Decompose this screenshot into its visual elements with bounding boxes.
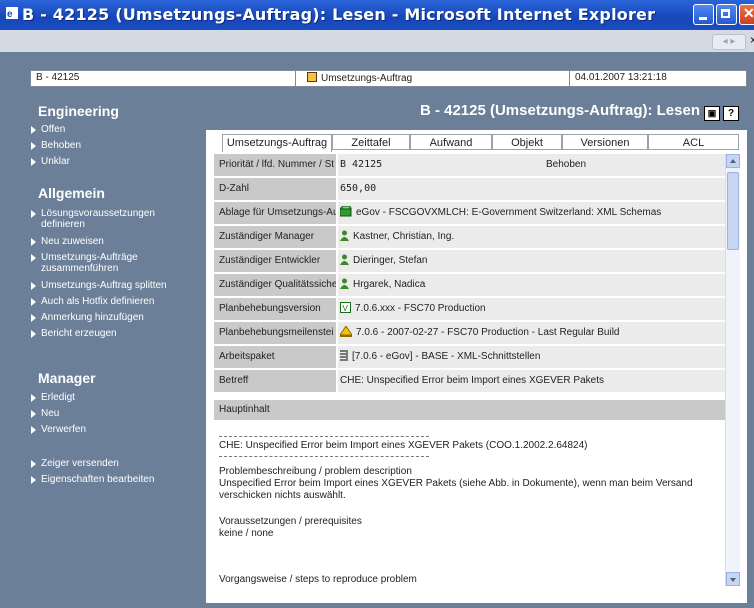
field-value: 650,00 [338,178,725,200]
window-titlebar: e B - 42125 (Umsetzungs-Auftrag): Lesen … [0,0,754,30]
milestone-icon [340,326,352,337]
tab-acl[interactable]: ACL [648,134,739,150]
user-icon [340,254,349,265]
sidebar-heading-allgemein: Allgemein [38,185,105,201]
field-value: 7.0.6 - 2007-02-27 - FSC70 Production - … [338,322,725,344]
svg-text:e: e [7,9,13,20]
infobar-id: B - 42125 [36,72,80,83]
sidebar-item-splitten[interactable]: Umsetzungs-Auftrag splitten [31,280,167,291]
main-panel: Umsetzungs-Auftrag Zeittafel Aufwand Obj… [206,130,747,603]
tab-aufwand[interactable]: Aufwand [410,134,492,150]
field-value: CHE: Unspecified Error beim Import eines… [338,370,725,392]
close-tab-icon[interactable]: × [750,33,754,47]
tab-umsetzungs-auftrag[interactable]: Umsetzungs-Auftrag [222,134,332,152]
hauptinhalt-content[interactable]: CHE: Unspecified Error beim Import eines… [214,426,725,586]
sidebar-item-hotfix[interactable]: Auch als Hotfix definieren [31,296,154,307]
content-line: Vorgangsweise / steps to reproduce probl… [219,574,417,585]
field-value: V 7.0.6.xxx - FSC70 Production [338,298,725,320]
field-row: Priorität / lfd. Nummer / St B 42125 Beho… [214,154,725,176]
sidebar-item-zusammenfuehren[interactable]: Umsetzungs-Aufträge zusammenführen [31,252,161,274]
sidebar-item-neu-zuweisen[interactable]: Neu zuweisen [31,236,104,247]
page-content: B - 42125 Umsetzungs-Auftrag 04.01.2007 … [0,52,754,608]
field-value: Dieringer, Stefan [338,250,725,272]
user-icon [340,278,349,289]
object-infobar: B - 42125 Umsetzungs-Auftrag 04.01.2007 … [30,70,747,87]
version-icon: V [340,302,351,313]
help-icon[interactable]: ? [723,106,739,121]
svg-text:V: V [343,304,349,313]
infobar-type: Umsetzungs-Auftrag [307,72,412,84]
ie-icon: e [6,7,18,20]
sidebar-item-unklar[interactable]: Unklar [31,156,70,167]
sidebar-item-behoben[interactable]: Behoben [31,140,81,151]
sidebar-item-erledigt[interactable]: Erledigt [31,392,75,403]
field-row: Zuständiger Manager Kastner, Christian, … [214,226,725,248]
tab-versionen[interactable]: Versionen [562,134,648,150]
content-line: Unspecified Error beim Import eines XGEV… [219,478,693,489]
field-label: Zuständiger Qualitätssiche [214,274,336,296]
field-row: Zuständiger Qualitätssiche Hrgarek, Nadi… [214,274,725,296]
sidebar-item-neu[interactable]: Neu [31,408,59,419]
maximize-button[interactable] [716,4,737,25]
field-row: Arbeitspaket [7.0.6 - eGov] - BASE - XML… [214,346,725,368]
back-forward-buttons[interactable]: ◂ ▸ [712,34,746,50]
page-title: B - 42125 (Umsetzungs-Auftrag): Lesen ▣? [420,102,739,121]
sidebar-item-verwerfen[interactable]: Verwerfen [31,424,86,435]
field-row: D-Zahl 650,00 [214,178,725,200]
minimize-button[interactable] [693,4,714,25]
field-row: Planbehebungsversion V 7.0.6.xxx - FSC70 … [214,298,725,320]
content-line: Voraussetzungen / prerequisites [219,516,362,527]
tab-bar: Umsetzungs-Auftrag Zeittafel Aufwand Obj… [214,134,739,152]
field-label: Planbehebungsversion [214,298,336,320]
content-line: Problembeschreibung / problem descriptio… [219,466,412,477]
sidebar-heading-engineering: Engineering [38,103,119,119]
content-line: keine / none [219,528,274,539]
field-value: B 42125 Behoben [338,154,725,176]
field-label: Betreff [214,370,336,392]
infobar-datetime: 04.01.2007 13:21:18 [575,72,667,83]
field-value: Hrgarek, Nadica [338,274,725,296]
field-value: Kastner, Christian, Ing. [338,226,725,248]
field-row: Ablage für Umsetzungs-Au eGov - FSCGOVXM… [214,202,725,224]
scroll-up-button[interactable] [726,154,740,168]
folder-icon [340,206,352,217]
close-button[interactable] [739,4,754,25]
field-value: [7.0.6 - eGov] - BASE - XML-Schnittstell… [338,346,725,368]
field-label: Priorität / lfd. Nummer / St [214,154,336,176]
field-label: Planbehebungsmeilenstei [214,322,336,344]
field-label: Ablage für Umsetzungs-Au [214,202,336,224]
field-label: Zuständiger Manager [214,226,336,248]
window-title: B - 42125 (Umsetzungs-Auftrag): Lesen - … [22,5,656,24]
sidebar-item-anmerkung[interactable]: Anmerkung hinzufügen [31,312,144,323]
field-label: Zuständiger Entwickler [214,250,336,272]
content-line: CHE: Unspecified Error beim Import eines… [219,440,588,451]
field-table: Priorität / lfd. Nummer / St B 42125 Beho… [214,154,725,397]
field-row: Zuständiger Entwickler Dieringer, Stefan [214,250,725,272]
sidebar-item-offen[interactable]: Offen [31,124,65,135]
sidebar-item-zeiger-versenden[interactable]: Zeiger versenden [31,458,119,469]
user-icon [340,230,349,241]
vertical-scrollbar[interactable] [725,154,740,586]
order-icon [307,72,317,82]
tab-objekt[interactable]: Objekt [492,134,562,150]
field-label: Arbeitspaket [214,346,336,368]
field-row: Betreff CHE: Unspecified Error beim Impo… [214,370,725,392]
print-icon[interactable]: ▣ [704,106,720,121]
sidebar-item-eigenschaften[interactable]: Eigenschaften bearbeiten [31,474,154,485]
content-line: verschicken nichts auswählt. [219,490,346,501]
tab-zeittafel[interactable]: Zeittafel [332,134,410,150]
sidebar-item-bericht[interactable]: Bericht erzeugen [31,328,117,339]
sidebar-item-loesungsvoraussetzungen[interactable]: Lösungsvoraussetzungen definieren [31,208,181,230]
scroll-down-button[interactable] [726,572,740,586]
work-package-icon [340,350,348,361]
browser-toolstrip: ◂ ▸ × [0,30,754,52]
scroll-thumb[interactable] [727,172,739,250]
hauptinhalt-header: Hauptinhalt [214,400,725,420]
field-label: D-Zahl [214,178,336,200]
sidebar-heading-manager: Manager [38,370,96,386]
field-status: Behoben [546,159,587,170]
field-value: eGov - FSCGOVXMLCH: E-Government Switzer… [338,202,725,224]
field-row: Planbehebungsmeilenstei 7.0.6 - 2007-02-… [214,322,725,344]
